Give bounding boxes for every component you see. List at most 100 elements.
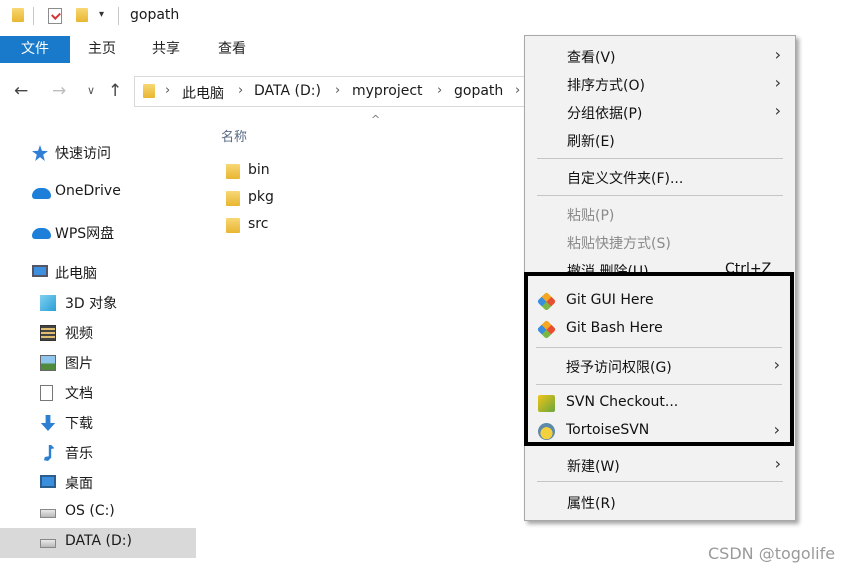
breadcrumb-chevron-icon[interactable]: › bbox=[238, 83, 243, 98]
folder-icon bbox=[226, 164, 240, 179]
tab-file[interactable]: 文件 bbox=[0, 36, 70, 63]
title-bar: ▾ gopath bbox=[0, 0, 858, 34]
breadcrumb-chevron-icon[interactable]: › bbox=[437, 83, 442, 98]
menu-item[interactable]: 新建(W) › bbox=[525, 452, 795, 478]
sidebar-item-label: 音乐 bbox=[65, 446, 93, 462]
sidebar-item[interactable]: 视频 bbox=[0, 318, 196, 348]
tab-home[interactable]: 主页 bbox=[76, 36, 128, 63]
file-name: src bbox=[248, 216, 269, 232]
annotation-highlight-box: Git GUI Here Git Bash Here 授予访问权限(G) › SVN C… bbox=[524, 272, 794, 446]
sidebar-item[interactable]: OS (C:) bbox=[0, 498, 196, 528]
submenu-arrow-icon: › bbox=[773, 420, 780, 439]
sidebar-item-label: OneDrive bbox=[55, 183, 121, 199]
picture-icon bbox=[40, 355, 56, 371]
desktop-icon bbox=[40, 475, 56, 488]
menu-separator bbox=[536, 384, 782, 385]
cube-icon bbox=[40, 295, 56, 311]
menu-item[interactable]: 属性(R) bbox=[525, 489, 795, 515]
sidebar-item-label: 此电脑 bbox=[55, 266, 97, 282]
drive-icon bbox=[40, 509, 56, 518]
menu-item[interactable]: 自定义文件夹(F)... bbox=[525, 164, 795, 190]
list-item[interactable]: pkg bbox=[222, 187, 522, 211]
sidebar-item-label: WPS网盘 bbox=[55, 226, 115, 242]
drive-icon bbox=[40, 539, 56, 548]
window-title: gopath bbox=[130, 7, 180, 23]
menu-item-label: 查看(V) bbox=[567, 50, 616, 66]
sidebar-item[interactable]: 音乐 bbox=[0, 438, 196, 468]
document-icon bbox=[40, 385, 53, 401]
sidebar-item-label: DATA (D:) bbox=[65, 533, 132, 549]
properties-quick-access-icon[interactable] bbox=[48, 8, 62, 24]
list-item[interactable]: bin bbox=[222, 160, 522, 184]
menu-item-label: TortoiseSVN bbox=[566, 422, 650, 438]
submenu-arrow-icon: › bbox=[774, 101, 781, 120]
sidebar-item-label: 桌面 bbox=[65, 476, 93, 492]
sidebar-item[interactable]: 下载 bbox=[0, 408, 196, 438]
sidebar-item-label: 快速访问 bbox=[55, 146, 111, 162]
menu-item[interactable]: 授予访问权限(G) › bbox=[524, 353, 794, 379]
breadcrumb-myproject[interactable]: myproject bbox=[352, 83, 423, 99]
breadcrumb-chevron-icon[interactable]: › bbox=[335, 83, 340, 98]
sidebar-item[interactable]: 图片 bbox=[0, 348, 196, 378]
sidebar-item-label: 下载 bbox=[65, 416, 93, 432]
list-item[interactable]: src bbox=[222, 214, 522, 238]
star-icon bbox=[32, 145, 48, 161]
forward-arrow-icon[interactable]: → bbox=[52, 81, 66, 101]
menu-item-label: Git GUI Here bbox=[566, 292, 654, 308]
sidebar-item[interactable]: OneDrive bbox=[0, 178, 196, 208]
menu-separator bbox=[537, 481, 783, 482]
address-bar[interactable]: › 此电脑 › DATA (D:) › myproject › gopath › bbox=[134, 76, 534, 107]
menu-item-label: 属性(R) bbox=[567, 496, 616, 512]
sidebar-item[interactable]: WPS网盘 bbox=[0, 218, 196, 248]
sidebar-item[interactable]: 桌面 bbox=[0, 468, 196, 498]
menu-item[interactable]: 查看(V) › bbox=[525, 43, 795, 69]
folder-icon bbox=[226, 191, 240, 206]
breadcrumb-data-drive[interactable]: DATA (D:) bbox=[254, 83, 321, 99]
divider bbox=[33, 7, 34, 25]
menu-item[interactable]: SVN Checkout... bbox=[524, 390, 794, 416]
new-folder-quick-access-icon[interactable] bbox=[76, 8, 88, 22]
tab-share[interactable]: 共享 bbox=[140, 36, 192, 63]
folder-icon bbox=[12, 8, 24, 22]
git-icon bbox=[536, 319, 557, 340]
menu-item-label: 粘贴(P) bbox=[567, 208, 615, 224]
folder-icon bbox=[226, 218, 240, 233]
breadcrumb-gopath[interactable]: gopath bbox=[454, 83, 503, 99]
back-arrow-icon[interactable]: ← bbox=[14, 81, 28, 101]
sidebar-item-label: OS (C:) bbox=[65, 503, 115, 519]
breadcrumb-this-pc[interactable]: 此电脑 bbox=[182, 83, 224, 103]
sidebar-item[interactable]: DATA (D:) bbox=[0, 528, 196, 558]
menu-item: 粘贴(P) bbox=[525, 201, 795, 227]
sidebar-item-label: 视频 bbox=[65, 326, 93, 342]
menu-item[interactable]: 排序方式(O) › bbox=[525, 71, 795, 97]
sidebar-item[interactable]: 快速访问 bbox=[0, 138, 196, 168]
tab-view[interactable]: 查看 bbox=[204, 36, 260, 63]
recent-locations-chevron-icon[interactable]: ∨ bbox=[87, 84, 95, 97]
sort-ascending-icon: ^ bbox=[371, 113, 381, 126]
menu-item[interactable]: TortoiseSVN › bbox=[524, 418, 794, 444]
menu-item-label: 自定义文件夹(F)... bbox=[567, 171, 684, 187]
file-name: bin bbox=[248, 162, 270, 178]
menu-item[interactable]: Git Bash Here bbox=[524, 316, 794, 342]
menu-separator bbox=[537, 195, 783, 196]
sidebar-item-label: 3D 对象 bbox=[65, 296, 118, 312]
submenu-arrow-icon: › bbox=[774, 454, 781, 473]
menu-item-label: 刷新(E) bbox=[567, 134, 615, 150]
sidebar-item[interactable]: 文档 bbox=[0, 378, 196, 408]
sidebar-item[interactable]: 此电脑 bbox=[0, 258, 196, 288]
menu-item-label: 分组依据(P) bbox=[567, 106, 643, 122]
sidebar-item[interactable]: 3D 对象 bbox=[0, 288, 196, 318]
menu-separator bbox=[537, 158, 783, 159]
menu-item[interactable]: Git GUI Here bbox=[524, 288, 794, 314]
quick-access-dropdown-icon[interactable]: ▾ bbox=[99, 9, 104, 20]
computer-icon bbox=[32, 265, 48, 277]
submenu-arrow-icon: › bbox=[774, 45, 781, 64]
menu-item[interactable]: 刷新(E) bbox=[525, 127, 795, 153]
breadcrumb-chevron-icon[interactable]: › bbox=[515, 83, 520, 98]
menu-item[interactable]: 分组依据(P) › bbox=[525, 99, 795, 125]
divider bbox=[118, 7, 119, 25]
tortoisesvn-icon bbox=[538, 423, 555, 440]
column-header-name[interactable]: 名称 bbox=[221, 126, 247, 145]
music-icon bbox=[44, 445, 55, 461]
up-arrow-icon[interactable]: ↑ bbox=[108, 81, 122, 101]
